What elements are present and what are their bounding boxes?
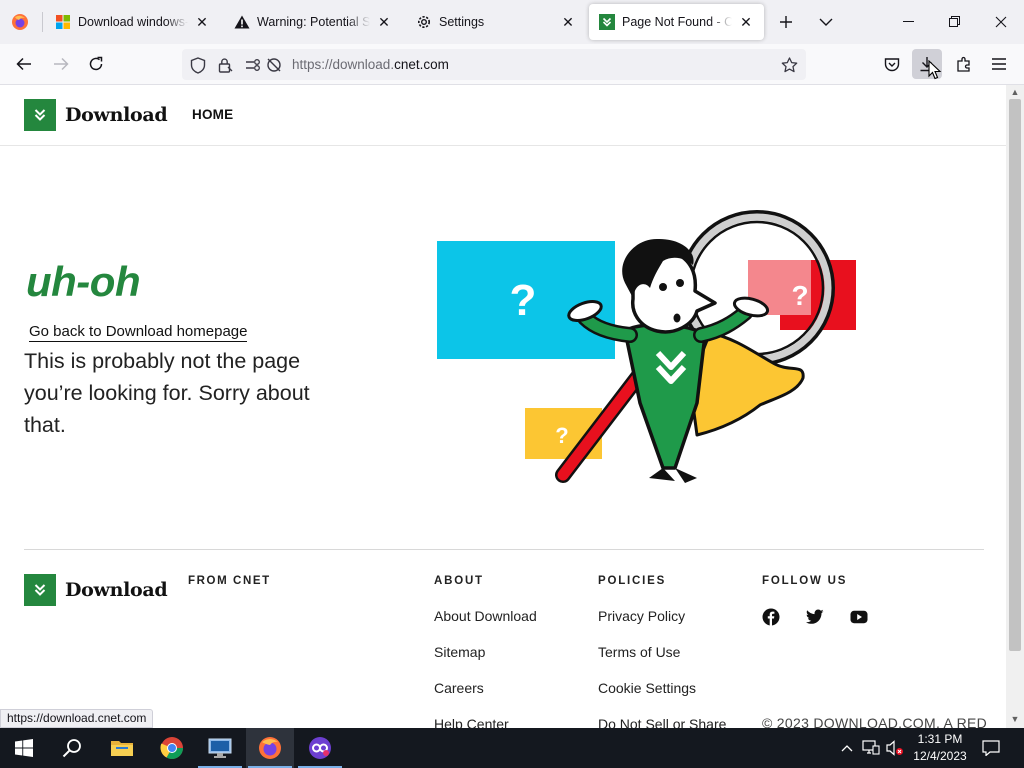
footer-heading: FOLLOW US bbox=[762, 575, 848, 587]
nav-home-link[interactable]: HOME bbox=[192, 107, 233, 122]
pocket-icon[interactable] bbox=[877, 49, 907, 79]
search-icon[interactable] bbox=[48, 728, 96, 768]
network-icon[interactable] bbox=[860, 728, 882, 768]
tab-strip: Download windows-8.1 - CN ✕ Warning: Pot… bbox=[0, 0, 1024, 44]
chrome-icon[interactable] bbox=[148, 728, 196, 768]
logo-text: Download bbox=[65, 579, 168, 601]
footer-heading: POLICIES bbox=[598, 575, 667, 587]
list-all-tabs-icon[interactable] bbox=[812, 8, 840, 36]
scrollbar-thumb[interactable] bbox=[1009, 99, 1021, 651]
footer-follow-column: FOLLOW US bbox=[762, 575, 868, 626]
close-tab-icon[interactable]: ✕ bbox=[560, 14, 576, 30]
remote-desktop-icon[interactable] bbox=[196, 728, 244, 768]
tab-title: Settings bbox=[439, 15, 485, 29]
forward-icon[interactable] bbox=[46, 49, 76, 79]
tab-title: Download windows-8.1 - CN bbox=[78, 15, 188, 29]
close-tab-icon[interactable]: ✕ bbox=[376, 14, 392, 30]
footer-link-privacy[interactable]: Privacy Policy bbox=[598, 608, 726, 644]
tab-separator bbox=[42, 12, 43, 32]
back-to-homepage-link[interactable]: Go back to Download homepage bbox=[29, 323, 248, 342]
microsoft-icon bbox=[55, 14, 71, 30]
volume-muted-icon[interactable] bbox=[884, 728, 906, 768]
footer-link-sitemap[interactable]: Sitemap bbox=[434, 644, 537, 680]
logo-text: Download bbox=[65, 104, 168, 126]
warning-icon bbox=[234, 14, 250, 30]
close-window-icon[interactable] bbox=[978, 0, 1024, 44]
tracking-protection-shield-icon[interactable] bbox=[188, 55, 208, 75]
footer-download-logo[interactable]: Download bbox=[24, 574, 168, 606]
web-page: Download HOME uh-oh Go back to Download … bbox=[0, 85, 1006, 728]
permissions-icon[interactable] bbox=[244, 55, 264, 75]
notifications-icon[interactable] bbox=[980, 728, 1002, 768]
scroll-up-icon[interactable]: ▲ bbox=[1006, 85, 1024, 99]
navigation-toolbar: https://download.cnet.com bbox=[0, 44, 1024, 85]
clock-date: 12/4/2023 bbox=[913, 749, 967, 763]
not-found-message: This is probably not the page you’re loo… bbox=[24, 349, 310, 437]
start-windows-icon[interactable] bbox=[0, 728, 48, 768]
from-cnet-label: FROM CNET bbox=[188, 575, 271, 587]
download-chevron-icon bbox=[24, 574, 56, 606]
download-logo[interactable]: Download bbox=[24, 99, 168, 131]
bookmark-star-icon[interactable] bbox=[779, 55, 799, 75]
footer-divider bbox=[24, 549, 984, 550]
download-chevron-icon bbox=[24, 99, 56, 131]
footer-policies-column: POLICIES Privacy Policy Terms of Use Coo… bbox=[598, 575, 726, 728]
reload-icon[interactable] bbox=[81, 49, 111, 79]
close-tab-icon[interactable]: ✕ bbox=[738, 14, 754, 30]
page-scrollbar[interactable]: ▲ ▼ bbox=[1006, 85, 1024, 728]
system-clock[interactable]: 1:31 PM 12/4/2023 bbox=[906, 731, 974, 765]
download-favicon-icon bbox=[599, 14, 615, 30]
footer-about-column: ABOUT About Download Sitemap Careers Hel… bbox=[434, 575, 537, 728]
firefox-taskbar-icon[interactable] bbox=[246, 728, 294, 768]
back-icon[interactable] bbox=[9, 49, 39, 79]
url-text[interactable]: https://download.cnet.com bbox=[292, 57, 449, 72]
site-header: Download HOME bbox=[0, 85, 1006, 146]
footer-link-help-center[interactable]: Help Center bbox=[434, 716, 537, 728]
file-explorer-icon[interactable] bbox=[98, 728, 146, 768]
restore-icon[interactable] bbox=[932, 0, 978, 44]
footer-link-terms[interactable]: Terms of Use bbox=[598, 644, 726, 680]
app-menu-icon[interactable] bbox=[984, 49, 1014, 79]
footer-link-do-not-sell[interactable]: Do Not Sell or Share bbox=[598, 716, 726, 728]
gear-icon bbox=[416, 14, 432, 30]
tab-title: Page Not Found - CNET Download bbox=[622, 15, 732, 29]
clock-time: 1:31 PM bbox=[917, 732, 963, 746]
copyright-text: © 2023 DOWNLOAD.COM, A RED bbox=[762, 715, 988, 728]
tab-download-windows[interactable]: Download windows-8.1 - CN ✕ bbox=[45, 4, 220, 40]
footer-heading: ABOUT bbox=[434, 575, 484, 587]
url-bar[interactable]: https://download.cnet.com bbox=[182, 49, 806, 80]
error-heading: uh-oh bbox=[26, 258, 141, 305]
question-mark: ? bbox=[510, 276, 537, 325]
tab-settings[interactable]: Settings ✕ bbox=[406, 4, 586, 40]
close-tab-icon[interactable]: ✕ bbox=[194, 14, 210, 30]
lock-icon[interactable] bbox=[215, 55, 235, 75]
footer-link-careers[interactable]: Careers bbox=[434, 680, 537, 716]
youtube-icon[interactable] bbox=[850, 608, 868, 626]
extensions-icon[interactable] bbox=[949, 49, 979, 79]
firefox-view-icon[interactable] bbox=[8, 10, 32, 34]
facebook-icon[interactable] bbox=[762, 608, 780, 626]
social-links bbox=[762, 608, 868, 626]
question-mark: ? bbox=[791, 280, 808, 311]
link-status-tooltip: https://download.cnet.com bbox=[0, 709, 154, 728]
scroll-down-icon[interactable]: ▼ bbox=[1006, 712, 1024, 726]
new-tab-icon[interactable] bbox=[772, 8, 800, 36]
lost-mascot-illustration: ? ? ? bbox=[435, 203, 860, 493]
media-app-icon[interactable] bbox=[296, 728, 344, 768]
minimize-icon[interactable] bbox=[886, 0, 932, 44]
footer-link-cookie-settings[interactable]: Cookie Settings bbox=[598, 680, 726, 716]
footer-link-about[interactable]: About Download bbox=[434, 608, 537, 644]
show-hidden-icons-icon[interactable] bbox=[838, 728, 856, 768]
mouse-cursor-icon bbox=[928, 59, 942, 85]
tab-security-warning[interactable]: Warning: Potential Security Risk ✕ bbox=[224, 4, 402, 40]
tab-page-not-found[interactable]: Page Not Found - CNET Download ✕ bbox=[589, 4, 764, 40]
windows-taskbar: 1:31 PM 12/4/2023 bbox=[0, 728, 1024, 768]
twitter-icon[interactable] bbox=[806, 608, 824, 626]
question-mark: ? bbox=[555, 423, 568, 448]
tab-title: Warning: Potential Security Risk bbox=[257, 15, 370, 29]
camera-blocked-icon[interactable] bbox=[264, 55, 284, 75]
